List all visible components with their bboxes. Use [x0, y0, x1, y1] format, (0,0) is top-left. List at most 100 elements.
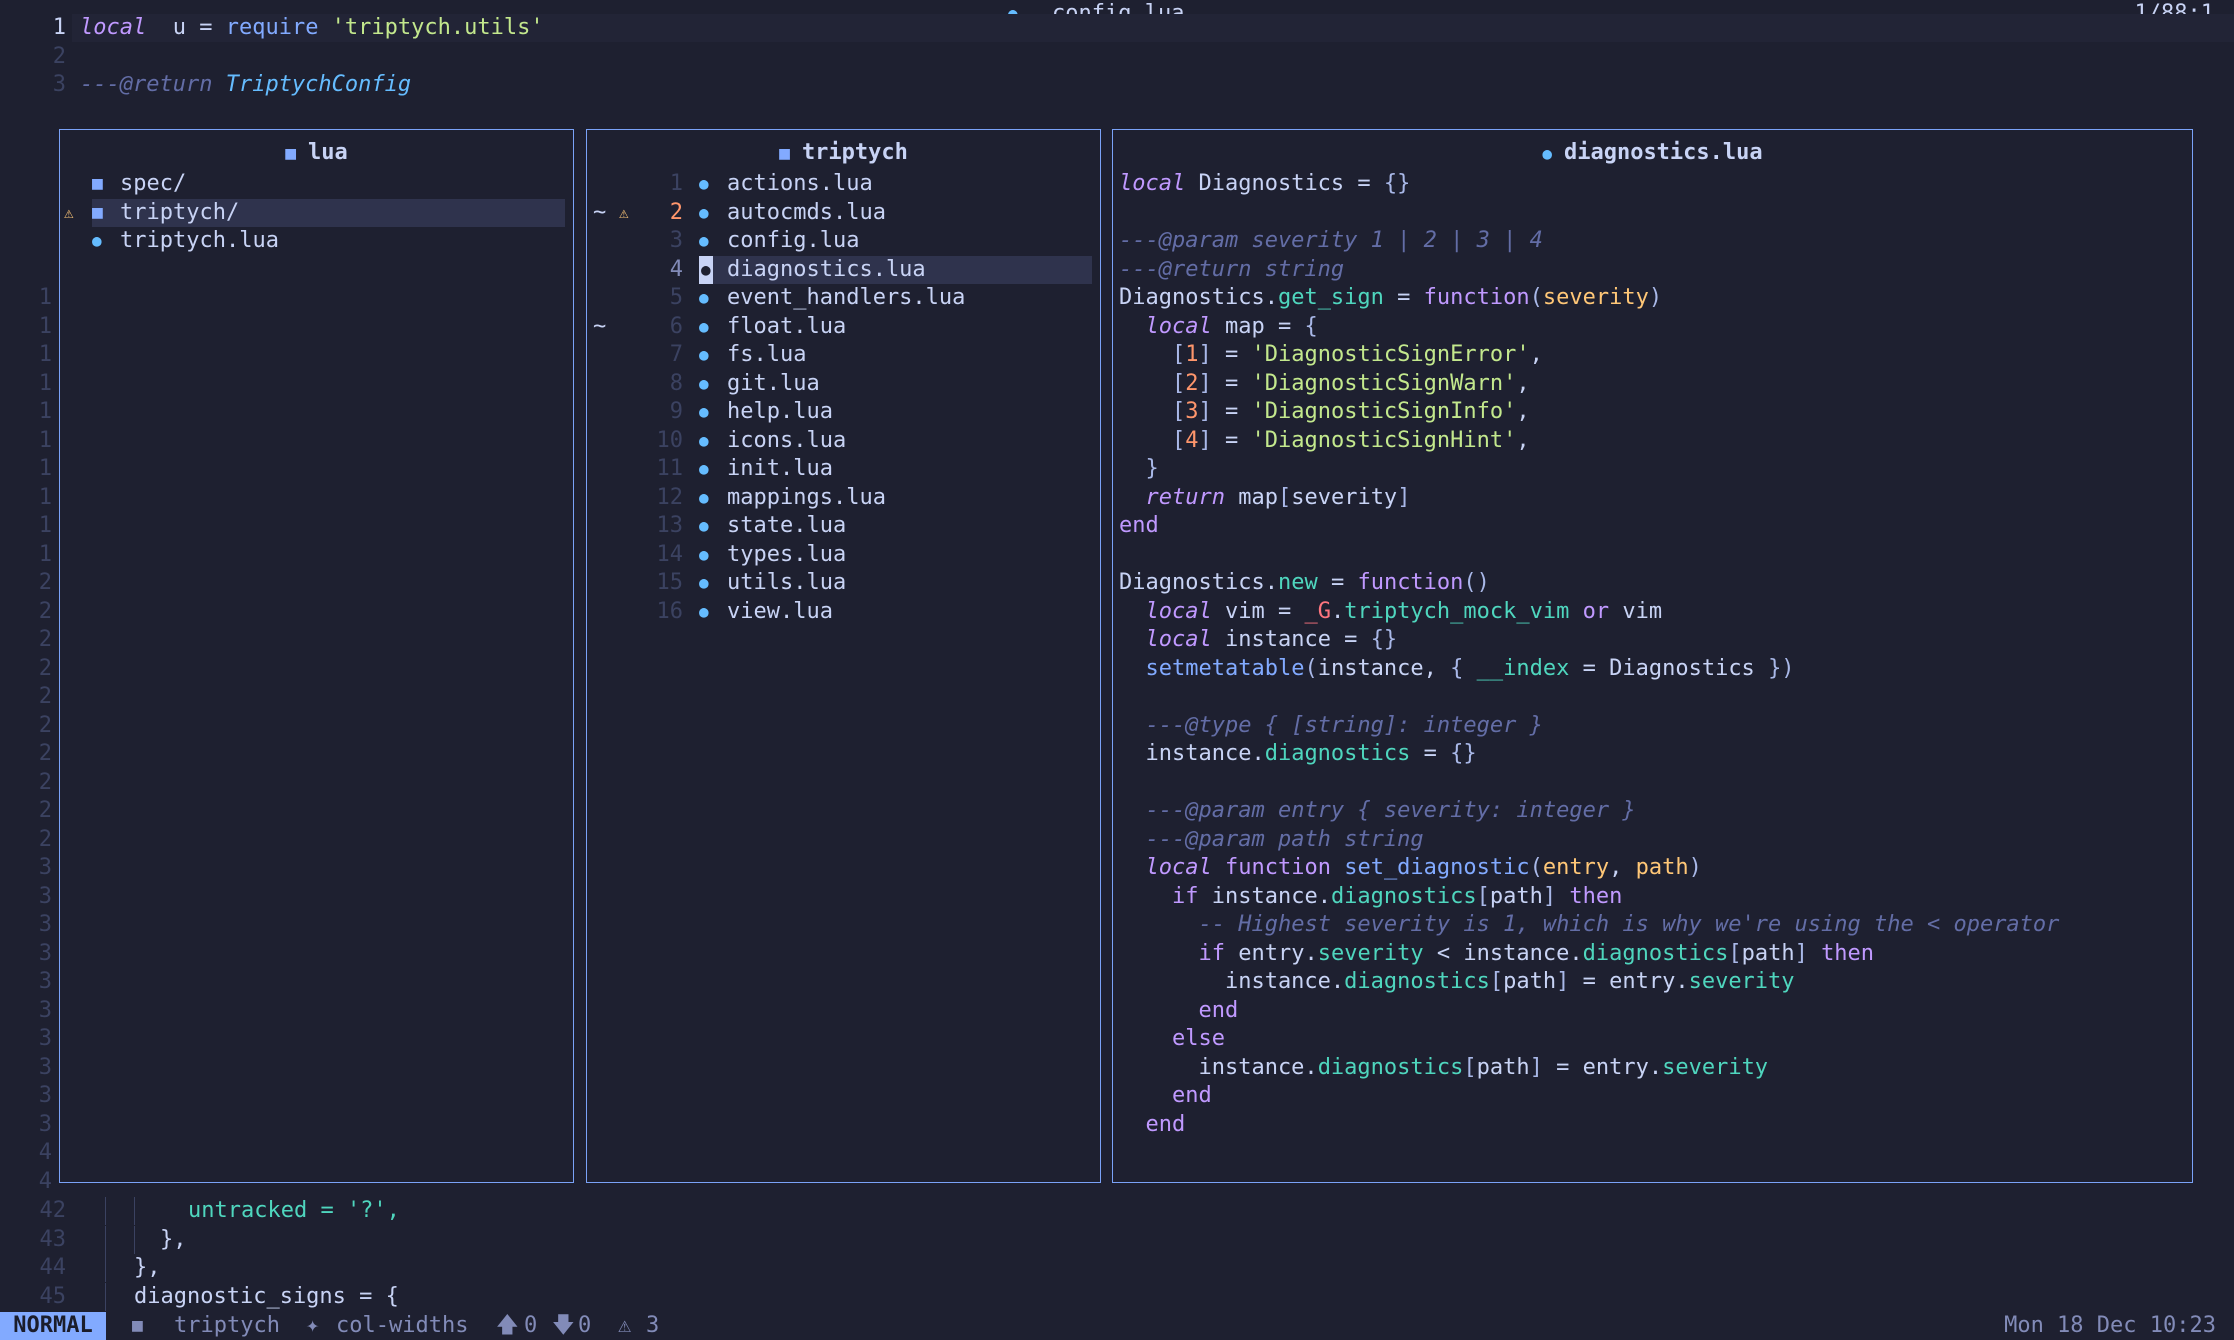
line-number: 4: [38, 1140, 52, 1165]
current-pane-title-text: triptych: [801, 140, 908, 165]
code-token: then: [1569, 883, 1623, 909]
code-token: end: [1119, 513, 1159, 538]
folder-icon: ■: [132, 1315, 143, 1336]
file-item[interactable]: init.lua: [727, 455, 833, 483]
code-token: Diagnostics.: [1119, 285, 1278, 310]
file-item[interactable]: help.lua: [727, 398, 833, 426]
file-item[interactable]: view.lua: [727, 598, 833, 626]
code-token: severity: [1688, 969, 1795, 994]
code-line: local map = {: [1119, 313, 1318, 341]
code-token: ---@param severity 1 | 2 | 3 | 4: [1119, 228, 1543, 253]
code-line: ---@type { [string]: integer }: [1119, 712, 1543, 740]
code-token: path: [1635, 855, 1689, 880]
code-token: {: [1450, 655, 1464, 681]
code-line: }: [1119, 455, 1159, 483]
file-item[interactable]: triptych.lua: [120, 227, 279, 255]
line-number: 1: [38, 427, 52, 453]
code-token: ]: [1198, 342, 1212, 367]
line-number: 1: [38, 456, 52, 481]
file-item[interactable]: actions.lua: [727, 170, 873, 198]
line-number: 14: [656, 541, 684, 567]
line-number: 3: [669, 228, 683, 253]
parent-directory-pane[interactable]: ■ lua ■ spec/ ⚠ ■ triptych/ ● triptych.lua: [59, 129, 574, 1183]
code-line: return map[severity]: [1119, 484, 1411, 512]
file-item[interactable]: event_handlers.lua: [727, 284, 965, 312]
file-item[interactable]: float.lua: [727, 313, 846, 341]
preview-pane[interactable]: ● diagnostics.lua local Diagnostics = {} -…: [1112, 129, 2193, 1183]
status-folder: triptych: [174, 1313, 280, 1338]
code-token: 1: [1185, 342, 1199, 367]
editor-line: local u = require 'triptych.utils': [72, 14, 2234, 42]
line-number: 45: [39, 1283, 67, 1309]
code-token: =: [1317, 570, 1358, 595]
file-item[interactable]: icons.lua: [727, 427, 846, 455]
indent-guide: [105, 1254, 106, 1282]
line-number: 1: [38, 399, 52, 424]
code-token: 3: [1185, 399, 1199, 424]
code-line: [2] = 'DiagnosticSignWarn',: [1119, 370, 1530, 398]
line-number: 9: [669, 399, 683, 424]
code-token: local: [1145, 855, 1212, 880]
code-token: end: [1145, 1111, 1186, 1137]
line-number: 5: [669, 285, 683, 310]
code-token: ,: [1529, 342, 1543, 367]
code-token: path: [1741, 940, 1795, 966]
line-number: 1: [669, 171, 683, 196]
line-number: 2: [38, 598, 52, 624]
line-number: 4: [38, 1168, 52, 1194]
code-token: =: [1211, 370, 1252, 396]
git-status-modified: ~: [593, 199, 607, 225]
code-line: [1] = 'DiagnosticSignError',: [1119, 341, 1543, 369]
line-number: 2: [52, 43, 66, 69]
code-line: local Diagnostics = {}: [1119, 170, 1410, 198]
file-item[interactable]: config.lua: [727, 227, 859, 255]
code-token: =: [1383, 285, 1424, 310]
code-token: (: [1529, 285, 1543, 310]
code-token: map: [1224, 484, 1278, 510]
code-line: if instance.diagnostics[path] then: [1119, 883, 1622, 911]
code-token: [: [1171, 399, 1186, 424]
code-token: 'DiagnosticSignInfo': [1251, 399, 1517, 424]
code-token: ): [1648, 285, 1663, 310]
code-token: diagnostics: [1264, 741, 1411, 766]
code-token: ]: [1794, 940, 1808, 966]
file-item[interactable]: diagnostics.lua: [727, 256, 926, 284]
code-token: entry: [1542, 855, 1610, 880]
file-item[interactable]: git.lua: [727, 370, 820, 398]
code-token: diagnostics: [1582, 940, 1729, 966]
file-item[interactable]: spec/: [120, 170, 186, 198]
line-number: 3: [38, 1026, 52, 1051]
code-token: instance.: [1119, 1054, 1318, 1080]
code-token: ]: [1397, 484, 1411, 510]
code-token: -- Highest severity is 1, which is why w…: [1198, 912, 2060, 937]
line-number: 4: [669, 256, 683, 282]
arrow-down-icon: 🡇: [552, 1313, 575, 1338]
current-directory-pane[interactable]: ■ triptych 1 ● actions.lua ~ ⚠ 2 ● autocmds.lua 3…: [586, 129, 1101, 1183]
file-item[interactable]: utils.lua: [727, 569, 846, 597]
code-token: 2: [1185, 370, 1199, 396]
file-item[interactable]: fs.lua: [727, 341, 806, 369]
indent-guide: [105, 1225, 106, 1254]
code-token: 'triptych.utils': [318, 15, 544, 40]
code-token: severity: [1317, 940, 1424, 966]
code-token: local: [1119, 171, 1186, 196]
code-token: map =: [1211, 313, 1305, 339]
file-item[interactable]: state.lua: [727, 512, 846, 540]
file-item[interactable]: types.lua: [727, 541, 846, 569]
code-token: instance.: [1198, 883, 1331, 909]
code-token: =: [1211, 427, 1252, 453]
code-token: ]: [1529, 1054, 1543, 1080]
file-item[interactable]: mappings.lua: [727, 484, 886, 512]
line-number: 3: [38, 969, 52, 994]
code-token: local: [1145, 313, 1212, 339]
file-item[interactable]: autocmds.lua: [727, 199, 886, 227]
code-line: instance.diagnostics = {}: [1119, 740, 1476, 768]
status-datetime: Mon 18 Dec 10:23: [2004, 1313, 2216, 1338]
file-item[interactable]: triptych/: [120, 199, 239, 227]
